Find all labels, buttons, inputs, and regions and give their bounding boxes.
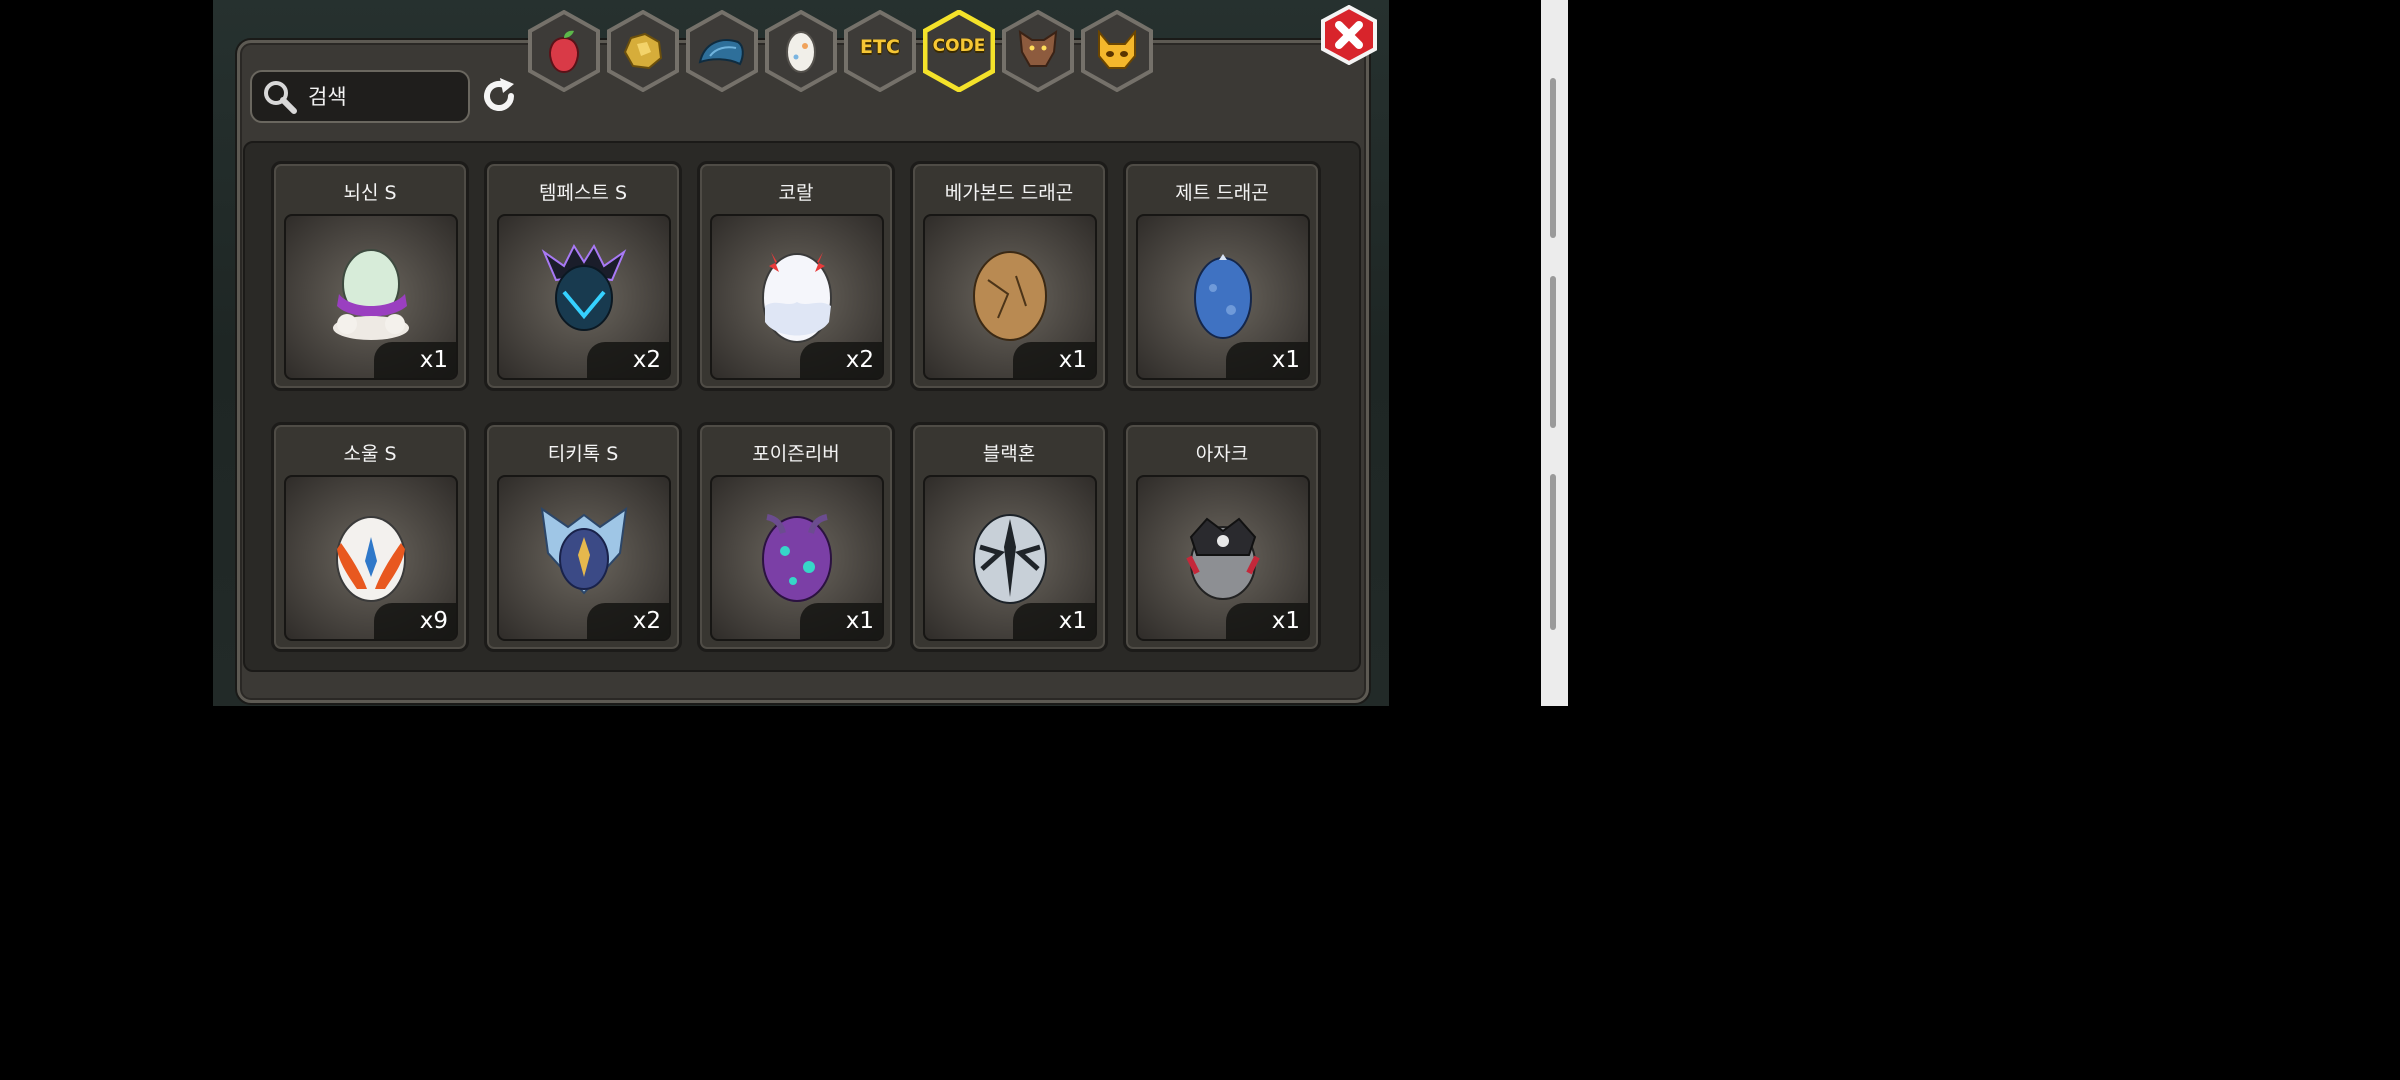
item-slot: x1: [710, 475, 884, 641]
item-quantity: x2: [800, 342, 882, 378]
item-slot: x9: [284, 475, 458, 641]
item-slot: x2: [497, 475, 671, 641]
tab-mask[interactable]: [1081, 10, 1153, 92]
dragon-scale-icon: [698, 39, 744, 66]
item-name: 베가본드 드래곤: [944, 182, 1074, 204]
tab-fruit[interactable]: [528, 10, 600, 92]
poison-river-egg-icon: [762, 514, 832, 602]
horned-mask-icon: [1098, 30, 1136, 69]
tab-code[interactable]: CODE: [923, 10, 995, 92]
item-name: 제트 드래곤: [1175, 182, 1269, 204]
item-slot: x1: [1136, 475, 1310, 641]
item-quantity: x2: [587, 342, 669, 378]
item-name: 블랙혼: [982, 443, 1036, 465]
item-name: 아자크: [1195, 443, 1249, 465]
search-input[interactable]: [306, 83, 450, 110]
item-card[interactable]: 아자크 x1: [1123, 422, 1321, 652]
item-quantity: x1: [374, 342, 456, 378]
item-quantity: x1: [1013, 603, 1095, 639]
tab-gold-ore[interactable]: [607, 10, 679, 92]
search-icon: [264, 80, 297, 114]
egg-icon: [786, 31, 816, 73]
close-icon: [1321, 4, 1377, 66]
item-quantity: x9: [374, 603, 456, 639]
tab-dragon-scale[interactable]: [686, 10, 758, 92]
soul-egg-icon: [336, 516, 406, 602]
item-quantity: x1: [1226, 342, 1308, 378]
jet-egg-icon: [1194, 254, 1252, 339]
item-card[interactable]: 제트 드래곤 x1: [1123, 161, 1321, 391]
fruit-icon: [549, 30, 579, 74]
scroll-indicator: [1550, 78, 1556, 238]
item-name: 템페스트 S: [538, 182, 628, 204]
item-name: 티키톡 S: [547, 443, 619, 465]
azak-egg-icon: [1186, 517, 1260, 600]
search-box[interactable]: [250, 70, 470, 123]
wolf-head-icon: [1018, 29, 1058, 67]
refresh-icon: [484, 78, 514, 111]
item-slot: x2: [497, 214, 671, 380]
item-quantity: x1: [1013, 342, 1095, 378]
item-slot: x2: [710, 214, 884, 380]
item-slot: x1: [923, 214, 1097, 380]
coral-egg-icon: [762, 252, 832, 343]
item-slot: x1: [923, 475, 1097, 641]
item-card[interactable]: 뇌신 S x1: [271, 161, 469, 391]
tab-wolf[interactable]: [1002, 10, 1074, 92]
item-card[interactable]: 티키톡 S x2: [484, 422, 682, 652]
vagabond-egg-icon: [973, 251, 1047, 341]
item-quantity: x2: [587, 603, 669, 639]
tempest-egg-icon: [541, 243, 627, 331]
item-name: 뇌신 S: [343, 182, 397, 204]
tab-etc[interactable]: ETC: [844, 10, 916, 92]
refresh-button[interactable]: [478, 75, 520, 117]
item-quantity: x1: [800, 603, 882, 639]
gold-ore-icon: [623, 32, 663, 70]
item-card[interactable]: 블랙혼 x1: [910, 422, 1108, 652]
scroll-indicator: [1550, 276, 1556, 428]
item-card[interactable]: 코랄 x2: [697, 161, 895, 391]
item-slot: x1: [284, 214, 458, 380]
item-card[interactable]: 템페스트 S x2: [484, 161, 682, 391]
thunder-egg-icon: [333, 249, 409, 340]
item-name: 소울 S: [343, 443, 397, 465]
item-card[interactable]: 포이즌리버 x1: [697, 422, 895, 652]
tab-egg[interactable]: [765, 10, 837, 92]
tiktok-egg-icon: [540, 506, 628, 595]
tab-label-code: CODE: [932, 36, 986, 56]
tab-label-etc: ETC: [860, 36, 900, 58]
item-quantity: x1: [1226, 603, 1308, 639]
item-name: 코랄: [778, 182, 814, 204]
item-slot: x1: [1136, 214, 1310, 380]
close-button[interactable]: [1320, 4, 1378, 66]
item-name: 포이즌리버: [752, 443, 840, 465]
item-card[interactable]: 베가본드 드래곤 x1: [910, 161, 1108, 391]
scroll-indicator: [1550, 474, 1556, 630]
blackhorn-egg-icon: [973, 514, 1047, 604]
item-grid: 뇌신 S x1 템페스트 S x2 코랄 x2 베가본드 드래곤 x1 제트 드…: [243, 141, 1361, 672]
item-card[interactable]: 소울 S x9: [271, 422, 469, 652]
